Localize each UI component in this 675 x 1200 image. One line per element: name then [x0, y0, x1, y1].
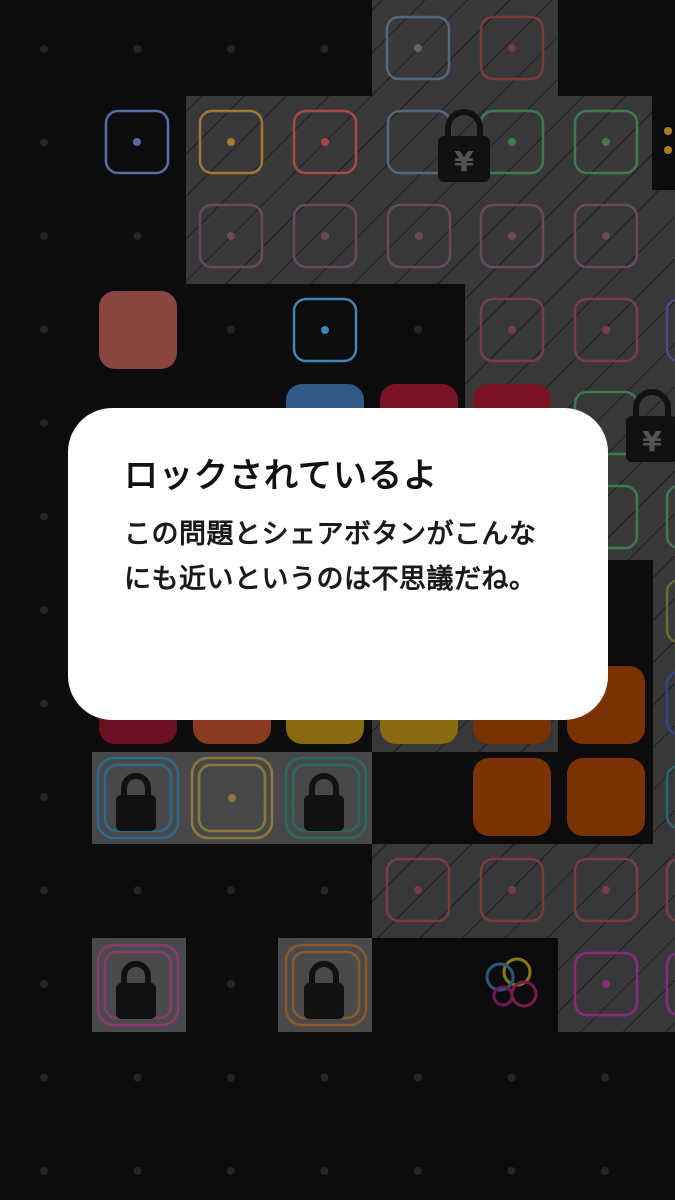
grid-dot: [227, 1167, 235, 1175]
grid-dot: [40, 886, 48, 895]
grid-dot: [40, 606, 48, 614]
grid-dot: [320, 45, 329, 53]
grid-dot: [227, 980, 235, 988]
grid-dot: [133, 1073, 142, 1082]
grid-dot: [40, 512, 48, 521]
grid-dot: [227, 1073, 235, 1082]
grid-dot: [133, 1167, 142, 1175]
grid-dot: [507, 1167, 516, 1175]
svg-text:¥: ¥: [454, 145, 474, 178]
dialog-message: この問題とシェアボタンがこんなにも近いというのは不思議だね。: [124, 519, 537, 595]
grid-dot: [227, 45, 235, 53]
grid-dot: [414, 1073, 422, 1082]
grid-dot: [414, 1167, 422, 1175]
grid-dot: [320, 886, 329, 895]
grid-dot: [40, 1073, 48, 1082]
grid-dot: [227, 886, 235, 895]
locked-dialog[interactable]: ロックされているよ この問題とシェアボタンがこんなにも近いというのは不思議だね。: [68, 408, 608, 720]
grid-dot: [40, 138, 48, 147]
grid-dot: [601, 1073, 609, 1082]
grid-dot: [40, 325, 48, 334]
grid-dot: [601, 1167, 609, 1175]
dialog-title: ロックされているよ: [124, 456, 438, 496]
grid-dot: [40, 699, 48, 708]
grid-dot: [507, 1073, 516, 1082]
grid-dot: [40, 419, 48, 427]
grid-dot: [40, 793, 48, 801]
grid-dot: [133, 45, 142, 53]
grid-dot: [227, 325, 235, 334]
grid-dot: [40, 1167, 48, 1175]
grid-dot: [133, 232, 142, 240]
grid-dot: [40, 232, 48, 240]
grid-dot: [320, 1073, 329, 1082]
grid-dot: [133, 886, 142, 895]
grid-dot: [414, 325, 422, 334]
svg-text:¥: ¥: [642, 425, 662, 458]
grid-dot: [40, 45, 48, 53]
grid-dot: [40, 980, 48, 988]
grid-dot: [320, 1167, 329, 1175]
